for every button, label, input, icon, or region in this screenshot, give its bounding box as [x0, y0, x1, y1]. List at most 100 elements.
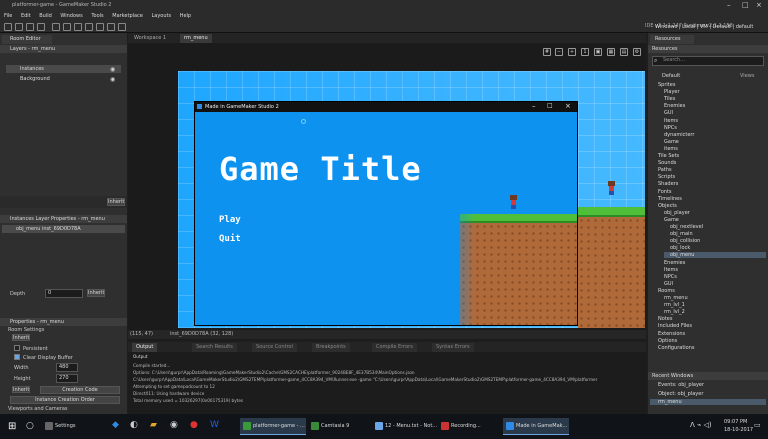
menu-play[interactable]: Play: [219, 215, 241, 225]
taskbar-platformer[interactable]: platformer-game - ...: [240, 418, 306, 435]
tab-source-control[interactable]: Source Control: [252, 343, 297, 352]
resource-tree-item[interactable]: obj_player: [658, 210, 766, 216]
target-selector[interactable]: Windows | Local | VM | Default | default: [655, 24, 753, 30]
stop-icon[interactable]: [96, 23, 104, 31]
windows-start-icon[interactable]: ⊞: [8, 421, 16, 432]
maximize-icon[interactable]: □: [742, 1, 749, 9]
media-icon[interactable]: ●: [190, 420, 198, 430]
resource-tree-item[interactable]: Configurations: [652, 345, 766, 351]
word-icon[interactable]: W: [210, 420, 219, 430]
zoom-in-icon[interactable]: +: [568, 48, 576, 56]
resource-tree-item[interactable]: Sprites: [652, 82, 766, 88]
tab-compile-errors[interactable]: Compile Errors: [372, 343, 417, 352]
save-all-icon[interactable]: [37, 23, 45, 31]
resource-tree-item[interactable]: obj_lock: [664, 245, 766, 251]
game-window[interactable]: Made in GameMaker Studio 2 – □ × Game Ti…: [194, 101, 578, 326]
fit-icon[interactable]: ▣: [594, 48, 602, 56]
resource-tree-item[interactable]: obj_main: [664, 231, 766, 237]
action-center-icon[interactable]: ▭: [754, 421, 761, 429]
views-label[interactable]: Views: [740, 73, 754, 79]
camera-icon[interactable]: ▤: [620, 48, 628, 56]
resource-tree-item[interactable]: Tile Sets: [652, 153, 766, 159]
menu-file[interactable]: File: [0, 11, 15, 19]
recent-item[interactable]: rm_menu: [650, 399, 766, 405]
menu-quit[interactable]: Quit: [219, 234, 241, 244]
resource-tree-item[interactable]: Enemies: [658, 103, 766, 109]
resource-tree-item[interactable]: obj_nextlevel: [664, 224, 766, 230]
tab-output[interactable]: Output: [132, 343, 158, 352]
resource-tree-item[interactable]: Timelines: [652, 196, 766, 202]
clean-icon[interactable]: [63, 23, 71, 31]
tab-rm-menu[interactable]: rm_menu: [180, 34, 212, 43]
resource-tree-item[interactable]: Game: [658, 217, 766, 223]
menu-build[interactable]: Build: [35, 11, 55, 19]
depth-input[interactable]: 0: [45, 289, 83, 298]
width-input[interactable]: 480: [56, 363, 78, 372]
menu-edit[interactable]: Edit: [17, 11, 34, 19]
resource-tree-item[interactable]: Options: [652, 338, 766, 344]
search-icon[interactable]: ○: [26, 421, 34, 431]
new-project-icon[interactable]: [4, 23, 12, 31]
resource-tree-item[interactable]: Player: [658, 89, 766, 95]
tab-breakpoints[interactable]: Breakpoints: [312, 343, 350, 352]
target-icon[interactable]: [118, 23, 126, 31]
grid-icon[interactable]: #: [543, 48, 551, 56]
taskbar-recording[interactable]: Recording...: [438, 418, 498, 435]
recent-item[interactable]: Events: obj_player: [658, 382, 704, 388]
app-icon[interactable]: ◉: [170, 420, 178, 430]
resource-tree-item[interactable]: obj_collision: [664, 238, 766, 244]
layer-instances[interactable]: Instances: [6, 65, 121, 73]
vscode-icon[interactable]: ◆: [112, 420, 119, 430]
zoom-out-icon[interactable]: −: [555, 48, 563, 56]
open-project-icon[interactable]: [15, 23, 23, 31]
recent-item[interactable]: Object: obj_player: [658, 391, 703, 397]
eye-icon[interactable]: ◉: [110, 66, 115, 73]
resource-tree-item[interactable]: Extensions: [652, 331, 766, 337]
resource-tree-item[interactable]: Notes: [652, 316, 766, 322]
resource-tree-item[interactable]: Scripts: [652, 174, 766, 180]
menu-windows[interactable]: Windows: [56, 11, 85, 19]
resource-tree-item[interactable]: rm_lvl_2: [658, 309, 766, 315]
instance-row[interactable]: obj_menu inst_69D0D78A: [2, 225, 125, 233]
layer-background[interactable]: Background: [6, 75, 121, 83]
taskbar-notepad[interactable]: 12 - Menu.txt - Not...: [372, 418, 437, 435]
creation-code-button[interactable]: Creation Code: [40, 386, 120, 394]
resource-tree-item[interactable]: Sounds: [652, 160, 766, 166]
resource-tree-item[interactable]: Enemies: [658, 260, 766, 266]
close-icon[interactable]: ×: [565, 102, 571, 110]
taskbar-game-window[interactable]: Made in GameMak...: [503, 418, 569, 435]
notification-icons[interactable]: ᐱ ⌁ ◁): [690, 421, 712, 429]
resource-tree-item[interactable]: dynamicterr: [658, 132, 766, 138]
resource-tree-item[interactable]: Items: [658, 267, 766, 273]
resource-tree-item[interactable]: Included Files: [652, 323, 766, 329]
instance-creation-order-button[interactable]: Instance Creation Order: [10, 396, 120, 404]
resource-tree-item[interactable]: Paths: [652, 167, 766, 173]
resource-tree-item[interactable]: GUI: [658, 110, 766, 116]
resources-search-input[interactable]: Search...: [652, 56, 764, 66]
inherit-room-button[interactable]: Inherit: [12, 334, 30, 341]
resource-tree-item[interactable]: rm_lvl_1: [658, 302, 766, 308]
resource-tree-item[interactable]: rm_menu: [658, 295, 766, 301]
run-icon[interactable]: [74, 23, 82, 31]
close-icon[interactable]: ×: [756, 1, 762, 9]
tab-search-results[interactable]: Search Results: [192, 343, 237, 352]
menu-layouts[interactable]: Layouts: [147, 11, 174, 19]
inherit-layer-button[interactable]: Inherit: [107, 198, 125, 206]
resource-tree-item[interactable]: Objects: [652, 203, 766, 209]
minimize-icon[interactable]: –: [727, 1, 731, 9]
folder-icon[interactable]: ▰: [150, 420, 157, 430]
clear-display-checkbox[interactable]: [14, 354, 20, 360]
tab-syntax-errors[interactable]: Syntax Errors: [432, 343, 474, 352]
view-icon[interactable]: ▦: [607, 48, 615, 56]
resource-tree-item[interactable]: Items: [658, 118, 766, 124]
resource-tree-item[interactable]: Shaders: [652, 181, 766, 187]
resource-tree-item[interactable]: Rooms: [652, 288, 766, 294]
resource-tree-item[interactable]: Game: [658, 139, 766, 145]
taskbar-settings[interactable]: Settings: [42, 418, 102, 435]
resource-tree-item[interactable]: NPCs: [658, 125, 766, 131]
eye-icon[interactable]: ◉: [110, 76, 115, 83]
default-label[interactable]: Default: [662, 73, 680, 79]
viewports-section[interactable]: Viewports and Cameras: [8, 406, 68, 412]
maximize-icon[interactable]: □: [547, 102, 553, 109]
save-icon[interactable]: [26, 23, 34, 31]
